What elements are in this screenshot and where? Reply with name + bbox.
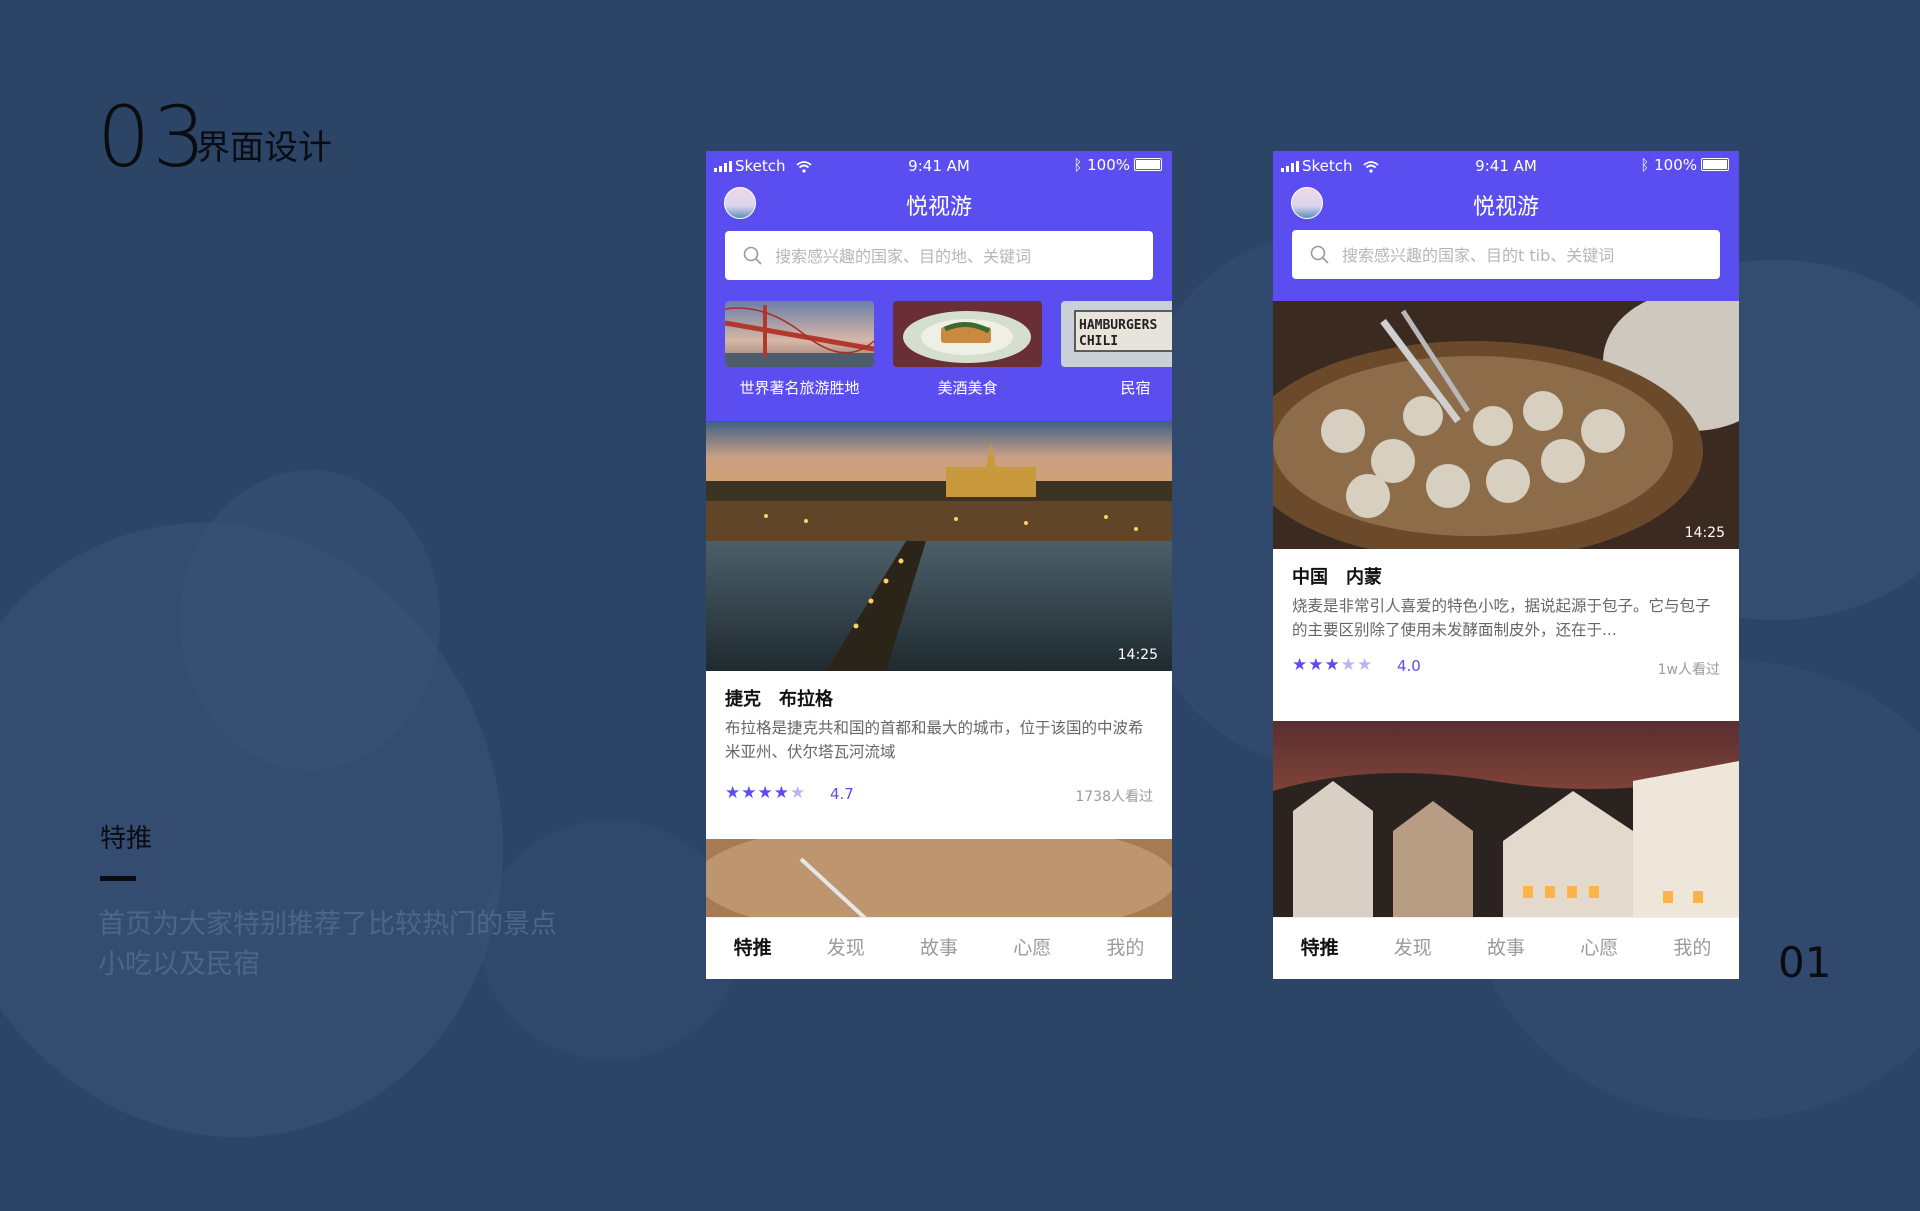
status-bar: Sketch 9:41 AM ᛒ 100%: [706, 151, 1172, 181]
search-bar[interactable]: [725, 231, 1153, 280]
slide-title: 界面设计: [196, 128, 332, 168]
tab-discover[interactable]: 发现: [799, 918, 892, 979]
sign-photo: HAMBURGERS CHILI: [1061, 301, 1172, 367]
rating-stars: ★★★★★: [1292, 655, 1374, 675]
category-label: 世界著名旅游胜地: [739, 379, 860, 397]
feature-city: 内蒙: [1346, 567, 1382, 588]
search-bar[interactable]: [1292, 230, 1720, 279]
rating-value: 4.0: [1397, 657, 1421, 675]
section-title: 特推: [100, 824, 153, 854]
next-feature-photo[interactable]: [1273, 721, 1739, 921]
category-food[interactable]: 美酒美食: [893, 301, 1042, 398]
svg-text:CHILI: CHILI: [1079, 334, 1118, 349]
feature-description: 烧麦是非常引人喜爱的特色小吃，据说起源于包子。它与包子的主要区别除了使用未发酵面…: [1292, 597, 1711, 639]
slide-number: 03: [97, 88, 208, 186]
feature-country: 中国: [1292, 567, 1328, 588]
app-title: 悦视游: [1472, 195, 1539, 220]
status-bar: Sketch 9:41 AM ᛒ 100%: [1273, 151, 1739, 181]
app-header: Sketch 9:41 AM ᛒ 100% 悦视游: [1273, 151, 1739, 301]
tab-profile[interactable]: 我的: [1079, 918, 1172, 979]
battery-label: 100%: [1087, 156, 1130, 174]
battery-icon: [1701, 158, 1729, 171]
tab-wishlist[interactable]: 心愿: [1553, 918, 1646, 979]
search-input[interactable]: [773, 242, 1137, 270]
phone-mockup-2: Sketch 9:41 AM ᛒ 100% 悦视游 搜索感兴趣的国家、目的t t…: [1273, 151, 1739, 979]
view-count: 1738人看过: [1075, 789, 1153, 805]
battery: ᛒ 100%: [1640, 156, 1729, 174]
nav-bar: 悦视游: [706, 181, 1172, 229]
tab-bar: 特推 发现 故事 心愿 我的: [706, 917, 1172, 979]
bluetooth-icon: ᛒ: [1073, 156, 1088, 174]
rating-value: 4.7: [830, 785, 854, 803]
feature-description: 布拉格是捷克共和国的首都和最大的城市，位于该国的中波希米亚州、伏尔塔瓦河流域: [725, 719, 1144, 761]
svg-text:HAMBURGERS: HAMBURGERS: [1079, 318, 1157, 333]
tab-featured[interactable]: 特推: [1273, 918, 1366, 979]
page-number: 01: [1778, 938, 1832, 987]
battery: ᛒ 100%: [1073, 156, 1162, 174]
category-scenic[interactable]: 世界著名旅游胜地: [725, 301, 874, 398]
food-photo: [893, 301, 1042, 367]
video-duration: 14:25: [1117, 647, 1158, 663]
bluetooth-icon: ᛒ: [1640, 156, 1655, 174]
feature-city: 布拉格: [779, 689, 833, 710]
next-feature-photo[interactable]: [706, 839, 1172, 919]
app-title: 悦视游: [905, 195, 972, 220]
tab-wishlist[interactable]: 心愿: [986, 918, 1079, 979]
tab-discover[interactable]: 发现: [1366, 918, 1459, 979]
feature-photo-shaomai[interactable]: 14:25: [1273, 301, 1739, 549]
view-count: 1w人看过: [1657, 662, 1720, 678]
battery-icon: [1134, 158, 1162, 171]
feature-title: 捷克 布拉格: [725, 685, 851, 711]
tab-featured[interactable]: 特推: [706, 918, 799, 979]
section-divider: [100, 876, 136, 881]
feature-title: 中国 内蒙: [1292, 563, 1400, 589]
nav-bar: 悦视游: [1273, 181, 1739, 229]
category-row: 世界著名旅游胜地 美酒美食 HAMBURGERS CHILI 民宿: [706, 301, 1172, 411]
background-shape: [180, 470, 440, 770]
category-homestay[interactable]: HAMBURGERS CHILI 民宿: [1061, 301, 1172, 398]
tab-stories[interactable]: 故事: [892, 918, 985, 979]
feature-card[interactable]: 中国 内蒙 烧麦是非常引人喜爱的特色小吃，据说起源于包子。它与包子的主要区别除了使…: [1273, 549, 1739, 721]
feature-photo-prague[interactable]: 14:25: [706, 421, 1172, 671]
category-label: 美酒美食: [937, 379, 998, 397]
feature-country: 捷克: [725, 689, 761, 710]
search-icon: [743, 246, 762, 265]
tab-profile[interactable]: 我的: [1646, 918, 1739, 979]
section-description: 首页为大家特别推荐了比较热门的景点 小吃以及民宿: [98, 905, 557, 985]
rating-stars: ★★★★★: [725, 783, 807, 803]
phone-mockup-1: Sketch 9:41 AM ᛒ 100% 悦视游 搜索感兴趣的国家、目的地、关…: [706, 151, 1172, 979]
description-line: 首页为大家特别推荐了比较热门的景点: [98, 909, 557, 940]
description-line: 小吃以及民宿: [98, 949, 260, 980]
tab-bar: 特推 发现 故事 心愿 我的: [1273, 917, 1739, 979]
video-duration: 14:25: [1684, 525, 1725, 541]
feature-card[interactable]: 捷克 布拉格 布拉格是捷克共和国的首都和最大的城市，位于该国的中波希米亚州、伏尔塔…: [706, 671, 1172, 841]
battery-label: 100%: [1654, 156, 1697, 174]
category-label: 民宿: [1120, 379, 1151, 397]
tab-stories[interactable]: 故事: [1459, 918, 1552, 979]
bridge-photo: [725, 301, 874, 367]
search-icon: [1310, 245, 1329, 264]
app-header: Sketch 9:41 AM ᛒ 100% 悦视游: [706, 151, 1172, 421]
search-input[interactable]: [1340, 241, 1704, 269]
